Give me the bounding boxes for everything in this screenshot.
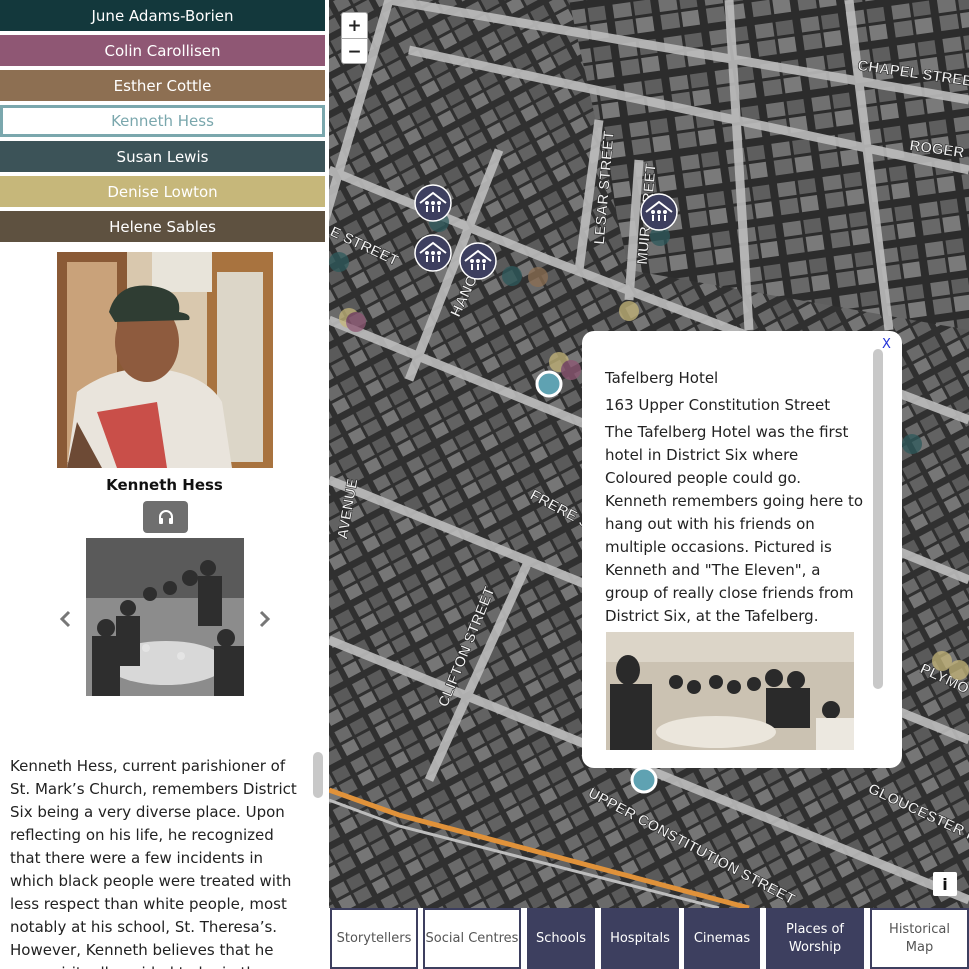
map-marker[interactable] — [329, 252, 349, 272]
nav-hospitals[interactable]: Hospitals — [601, 908, 679, 969]
storyteller-esther-cottle[interactable]: Esther Cottle — [0, 70, 325, 101]
map-marker[interactable] — [619, 301, 639, 321]
storyteller-portrait — [57, 252, 273, 468]
gallery-prev-button[interactable] — [55, 606, 75, 632]
nav-storytellers[interactable]: Storytellers — [330, 908, 418, 969]
map-marker[interactable] — [502, 266, 522, 286]
place-of-worship-icon[interactable] — [640, 193, 678, 231]
zoom-in-button[interactable]: + — [342, 13, 367, 39]
storyteller-colin-carollisen[interactable]: Colin Carollisen — [0, 35, 325, 66]
audio-button[interactable] — [143, 501, 188, 533]
gallery-next-button[interactable] — [255, 606, 275, 632]
map-marker[interactable] — [528, 267, 548, 287]
storyteller-sidebar: June Adams-Borien Colin Carollisen Esthe… — [0, 0, 329, 969]
map-marker[interactable] — [949, 660, 969, 680]
nav-historical-map[interactable]: Historical Map — [870, 908, 969, 969]
nav-cinemas[interactable]: Cinemas — [684, 908, 760, 969]
bio-scrollbar[interactable] — [313, 752, 323, 798]
zoom-control: + − — [341, 12, 368, 64]
chevron-left-icon — [59, 610, 71, 628]
place-of-worship-icon[interactable] — [414, 184, 452, 222]
tafelberg-map-marker[interactable] — [630, 766, 658, 794]
storyteller-name: Kenneth Hess — [106, 476, 223, 494]
nav-schools[interactable]: Schools — [527, 908, 595, 969]
storyteller-june-adams-borien[interactable]: June Adams-Borien — [0, 0, 325, 31]
map-marker[interactable] — [932, 651, 952, 671]
nav-places-of-worship[interactable]: Places of Worship — [766, 908, 864, 969]
popup-title: Tafelberg Hotel — [605, 369, 719, 387]
zoom-out-button[interactable]: − — [342, 39, 367, 64]
popup-photo — [606, 632, 854, 750]
popup-close-button[interactable]: X — [882, 337, 891, 352]
storyteller-susan-lewis[interactable]: Susan Lewis — [0, 141, 325, 172]
map-marker[interactable] — [902, 434, 922, 454]
active-map-marker[interactable] — [535, 370, 563, 398]
chevron-right-icon — [259, 610, 271, 628]
map-marker[interactable] — [346, 312, 366, 332]
popup-address: 163 Upper Constitution Street — [605, 396, 831, 414]
headphones-icon — [158, 510, 173, 524]
storyteller-helene-sables[interactable]: Helene Sables — [0, 211, 325, 242]
storyteller-bio: Kenneth Hess, current parishioner of St.… — [10, 757, 297, 969]
popup-scrollbar[interactable] — [873, 349, 883, 689]
info-icon[interactable]: i — [933, 872, 957, 896]
place-of-worship-icon[interactable] — [414, 234, 452, 272]
storyteller-kenneth-hess[interactable]: Kenneth Hess — [0, 105, 325, 137]
category-nav: Storytellers Social Centres Schools Hosp… — [329, 908, 969, 969]
storyteller-denise-lowton[interactable]: Denise Lowton — [0, 176, 325, 207]
location-popup: X Tafelberg Hotel 163 Upper Constitution… — [582, 331, 902, 768]
place-of-worship-icon[interactable] — [459, 242, 497, 280]
nav-social-centres[interactable]: Social Centres — [423, 908, 521, 969]
popup-description: The Tafelberg Hotel was the first hotel … — [605, 423, 864, 625]
map-marker[interactable] — [561, 360, 581, 380]
bio-panel[interactable]: Kenneth Hess, current parishioner of St.… — [0, 750, 329, 969]
gallery-photo — [86, 538, 244, 696]
